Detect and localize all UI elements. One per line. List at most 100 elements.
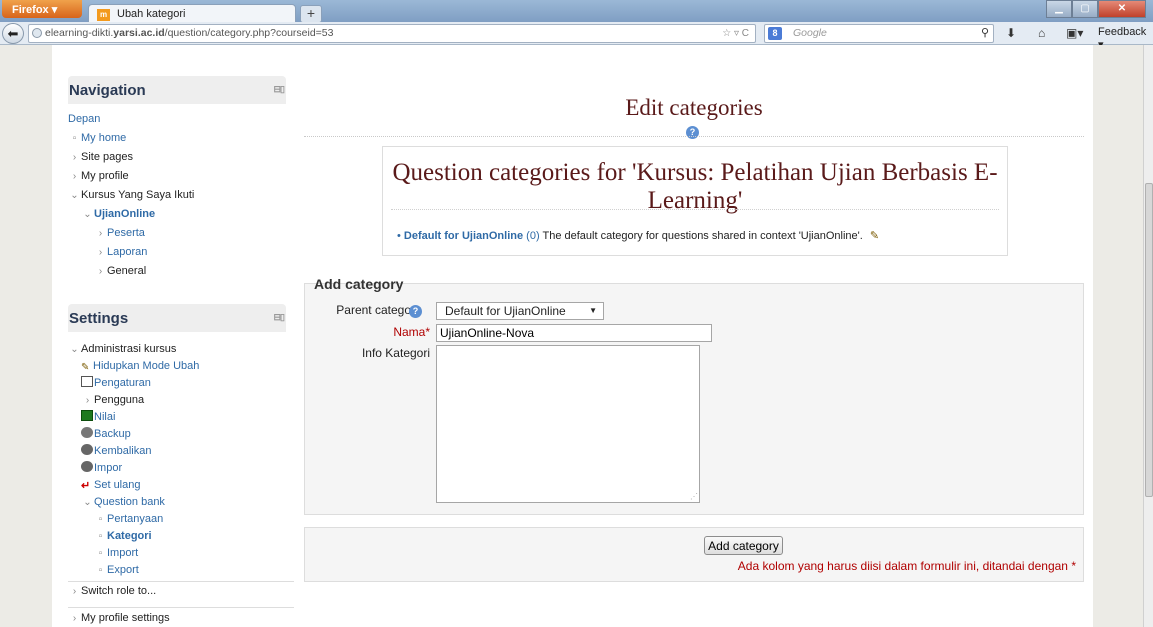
help-icon[interactable]: ?	[409, 305, 422, 318]
url-path: /question/category.php?courseid=53	[164, 27, 334, 39]
navigation-block-header: Navigation ⊟▯	[68, 76, 286, 104]
window-titlebar: Firefox ▾ m Ubah kategori + ▁ ▢ ✕	[0, 0, 1153, 24]
page-scrollbar[interactable]	[1143, 45, 1153, 627]
nav-item-depan[interactable]: Depan	[68, 110, 286, 129]
settings-item-import[interactable]: ▫ Import	[68, 545, 286, 562]
nav-item-ujianonline[interactable]: ⌄ UjianOnline	[68, 205, 286, 224]
help-icon[interactable]: ?	[686, 126, 699, 139]
settings-item-backup[interactable]: Backup	[68, 426, 286, 443]
maximize-button[interactable]: ▢	[1072, 0, 1098, 18]
site-identity-icon[interactable]	[32, 28, 42, 38]
collapse-block-icon[interactable]: ⊟▯	[274, 312, 285, 323]
category-description: The default category for questions share…	[542, 230, 863, 242]
backup-icon	[81, 427, 93, 438]
square-bullet-icon: ▫	[98, 514, 103, 525]
settings-item-set-ulang[interactable]: ↵ Set ulang	[68, 477, 286, 494]
tab-title: Ubah kategori	[117, 8, 186, 20]
browser-tab[interactable]: m Ubah kategori	[88, 4, 296, 24]
form-actions: Add category Ada kolom yang harus diisi …	[304, 527, 1084, 582]
nav-item-peserta[interactable]: › Peserta	[68, 224, 286, 243]
list-bullet-icon: •	[397, 230, 401, 242]
home-icon[interactable]: ⌂	[1038, 26, 1045, 40]
address-bar[interactable]: elearning-dikti.yarsi.ac.id/question/cat…	[28, 24, 756, 43]
settings-item-nilai[interactable]: Nilai	[68, 409, 286, 426]
settings-item-pertanyaan[interactable]: ▫ Pertanyaan	[68, 511, 286, 528]
navigation-title: Navigation	[69, 82, 146, 99]
restore-icon	[81, 444, 93, 455]
settings-item-switch-role[interactable]: › Switch role to...	[68, 582, 286, 601]
parent-category-select[interactable]: Default for UjianOnline ▼	[436, 302, 604, 320]
chevron-down-icon: ⌄	[83, 497, 92, 508]
collapse-block-icon[interactable]: ⊟▯	[274, 84, 285, 95]
search-icon[interactable]: ⚲	[981, 25, 989, 42]
settings-item-kategori[interactable]: ▫ Kategori	[68, 528, 286, 545]
feedback-label: Feedback	[1098, 26, 1147, 38]
settings-item-hidupkan[interactable]: ✎ Hidupkan Mode Ubah	[68, 358, 286, 375]
settings-item-pengguna[interactable]: › Pengguna	[68, 392, 286, 409]
minimize-button[interactable]: ▁	[1046, 0, 1072, 18]
category-name-input[interactable]	[436, 324, 712, 342]
square-bullet-icon: ▫	[98, 565, 103, 576]
add-category-button[interactable]: Add category	[704, 536, 783, 555]
settings-title: Settings	[69, 310, 129, 327]
settings-doc-icon	[81, 376, 93, 387]
bookmark-star-icon[interactable]: ☆ ▿ C	[722, 25, 749, 42]
nav-item-kursus[interactable]: ⌄ Kursus Yang Saya Ikuti	[68, 186, 286, 205]
chevron-right-icon: ›	[72, 171, 77, 182]
chevron-down-icon: ⌄	[70, 344, 79, 355]
settings-item-impor[interactable]: Impor	[68, 460, 286, 477]
settings-block: Settings ⊟▯ ⌄ Administrasi kursus ✎ Hidupk…	[68, 304, 286, 579]
settings-block-header: Settings ⊟▯	[68, 304, 286, 332]
settings-tree: ⌄ Administrasi kursus ✎ Hidupkan Mode Ubah…	[68, 341, 286, 579]
firefox-menu-button[interactable]: Firefox ▾	[2, 0, 82, 18]
nav-item-my-home[interactable]: ▫ My home	[68, 129, 286, 148]
settings-item-my-profile-settings[interactable]: › My profile settings	[68, 609, 286, 627]
edit-pencil-icon[interactable]: ✎	[870, 230, 879, 242]
settings-item-kembalikan[interactable]: Kembalikan	[68, 443, 286, 460]
chevron-right-icon: ›	[98, 247, 103, 258]
chevron-right-icon: ›	[98, 228, 103, 239]
settings-item-administrasi[interactable]: ⌄ Administrasi kursus	[68, 341, 286, 358]
back-arrow-icon[interactable]: ⬅	[2, 23, 24, 44]
scrollbar-thumb[interactable]	[1145, 183, 1153, 497]
category-list-item: • Default for UjianOnline (0) The defaul…	[397, 229, 879, 242]
nav-item-general[interactable]: › General	[68, 262, 286, 281]
chevron-right-icon: ›	[98, 266, 103, 277]
settings-footer-list: › Switch role to...	[68, 582, 286, 601]
settings-footer-list-2: › My profile settings	[68, 609, 286, 627]
chevron-right-icon: ›	[72, 152, 77, 163]
firefox-menu-label: Firefox	[12, 4, 49, 16]
nav-item-site-pages[interactable]: › Site pages	[68, 148, 286, 167]
category-link[interactable]: Default for UjianOnline	[404, 230, 523, 242]
resize-grip-icon[interactable]: ⋰	[690, 492, 698, 501]
navigation-tree: Depan ▫ My home › Site pages › My profile ⌄…	[68, 110, 286, 281]
grades-table-icon	[81, 410, 93, 421]
settings-item-question-bank[interactable]: ⌄ Question bank	[68, 494, 286, 511]
edit-pencil-icon: ✎	[81, 362, 90, 373]
download-icon[interactable]: ⬇	[1006, 26, 1016, 40]
close-window-button[interactable]: ✕	[1098, 0, 1146, 18]
search-placeholder: Google	[793, 27, 827, 39]
settings-item-pengaturan[interactable]: Pengaturan	[68, 375, 286, 392]
title-divider	[304, 136, 1084, 137]
settings-item-export[interactable]: ▫ Export	[68, 562, 286, 579]
dropdown-arrow-icon: ▼	[589, 306, 597, 315]
required-fields-note: Ada kolom yang harus diisi dalam formuli…	[737, 559, 1076, 573]
square-bullet-icon: ▫	[72, 133, 77, 144]
page-content: Navigation ⊟▯ Depan ▫ My home › Site pages…	[52, 45, 1093, 627]
search-engine-icon[interactable]: 8	[768, 27, 782, 40]
nav-item-my-profile[interactable]: › My profile	[68, 167, 286, 186]
page-viewport: Navigation ⊟▯ Depan ▫ My home › Site pages…	[0, 45, 1143, 627]
page-title: Edit categories	[625, 95, 763, 120]
navigation-block: Navigation ⊟▯ Depan ▫ My home › Site pages…	[68, 76, 286, 281]
nav-item-laporan[interactable]: › Laporan	[68, 243, 286, 262]
chevron-right-icon: ›	[72, 586, 77, 597]
square-bullet-icon: ▫	[98, 531, 103, 542]
new-tab-button[interactable]: +	[300, 5, 322, 23]
search-bar[interactable]: 8 Google ⚲	[764, 24, 994, 43]
category-info-textarea[interactable]: ⋰	[436, 345, 700, 503]
bookmarks-menu-icon[interactable]: ▣▾	[1066, 26, 1083, 40]
parent-category-value: Default for UjianOnline	[445, 304, 566, 318]
settings-separator	[68, 607, 294, 608]
chevron-right-icon: ›	[85, 395, 90, 406]
